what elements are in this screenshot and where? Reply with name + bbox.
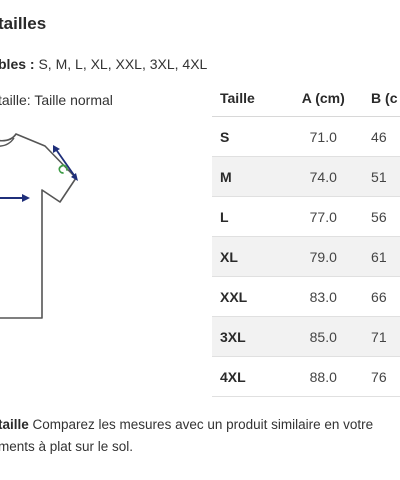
cell-b: 51 xyxy=(359,156,400,197)
cell-a: 74.0 xyxy=(287,156,360,197)
table-row: L 77.0 56 xyxy=(212,196,400,237)
header-b: B (c xyxy=(359,80,400,117)
available-sizes-label: bles : xyxy=(0,56,35,72)
cell-a: 71.0 xyxy=(287,116,360,157)
fit-info: taille: Taille normal xyxy=(0,92,113,108)
cell-size: 4XL xyxy=(212,356,288,397)
cell-size: 3XL xyxy=(212,316,288,357)
header-size: Taille xyxy=(212,80,288,117)
cell-a: 77.0 xyxy=(287,196,360,237)
table-row: 3XL 85.0 71 xyxy=(212,316,400,357)
header-a: A (cm) xyxy=(287,80,360,117)
sleeve-arrow-head-top xyxy=(53,145,60,153)
cell-b: 76 xyxy=(359,356,400,397)
cell-b: 56 xyxy=(359,196,400,237)
size-table: Taille A (cm) B (c S 71.0 46 M 74.0 51 L… xyxy=(212,80,400,397)
size-table-header: Taille A (cm) B (c xyxy=(212,80,400,117)
measurement-note-line1: taille Comparez les mesures avec un prod… xyxy=(0,414,400,436)
available-sizes: bles : S, M, L, XL, XXL, 3XL, 4XL xyxy=(0,56,207,72)
measurement-note: taille Comparez les mesures avec un prod… xyxy=(0,414,400,458)
cell-size: XL xyxy=(212,236,288,277)
tshirt-diagram-icon: C xyxy=(0,133,78,319)
cell-a: 83.0 xyxy=(287,276,360,317)
tshirt-collar xyxy=(0,137,15,147)
measurement-note-text: Comparez les mesures avec un produit sim… xyxy=(28,417,374,432)
measurement-note-line2: ments à plat sur le sol. xyxy=(0,439,134,454)
table-row: S 71.0 46 xyxy=(212,116,400,157)
cell-a: 79.0 xyxy=(287,236,360,277)
measure-arrow-head xyxy=(22,194,30,202)
cell-b: 61 xyxy=(359,236,400,277)
cell-b: 66 xyxy=(359,276,400,317)
table-row: M 74.0 51 xyxy=(212,156,400,197)
table-row: XL 79.0 61 xyxy=(212,236,400,277)
cell-size: S xyxy=(212,116,288,157)
cell-size: L xyxy=(212,196,288,237)
cell-b: 71 xyxy=(359,316,400,357)
table-row: XXL 83.0 66 xyxy=(212,276,400,317)
sleeve-label-c: C xyxy=(54,161,72,178)
cell-size: M xyxy=(212,156,288,197)
available-sizes-values: S, M, L, XL, XXL, 3XL, 4XL xyxy=(38,56,208,72)
cell-size: XXL xyxy=(212,276,288,317)
cell-a: 88.0 xyxy=(287,356,360,397)
size-guide-title: tailles xyxy=(0,14,47,33)
measurement-note-bold: taille xyxy=(0,417,29,432)
cell-b: 46 xyxy=(359,116,400,157)
table-row: 4XL 88.0 76 xyxy=(212,356,400,397)
cell-a: 85.0 xyxy=(287,316,360,357)
